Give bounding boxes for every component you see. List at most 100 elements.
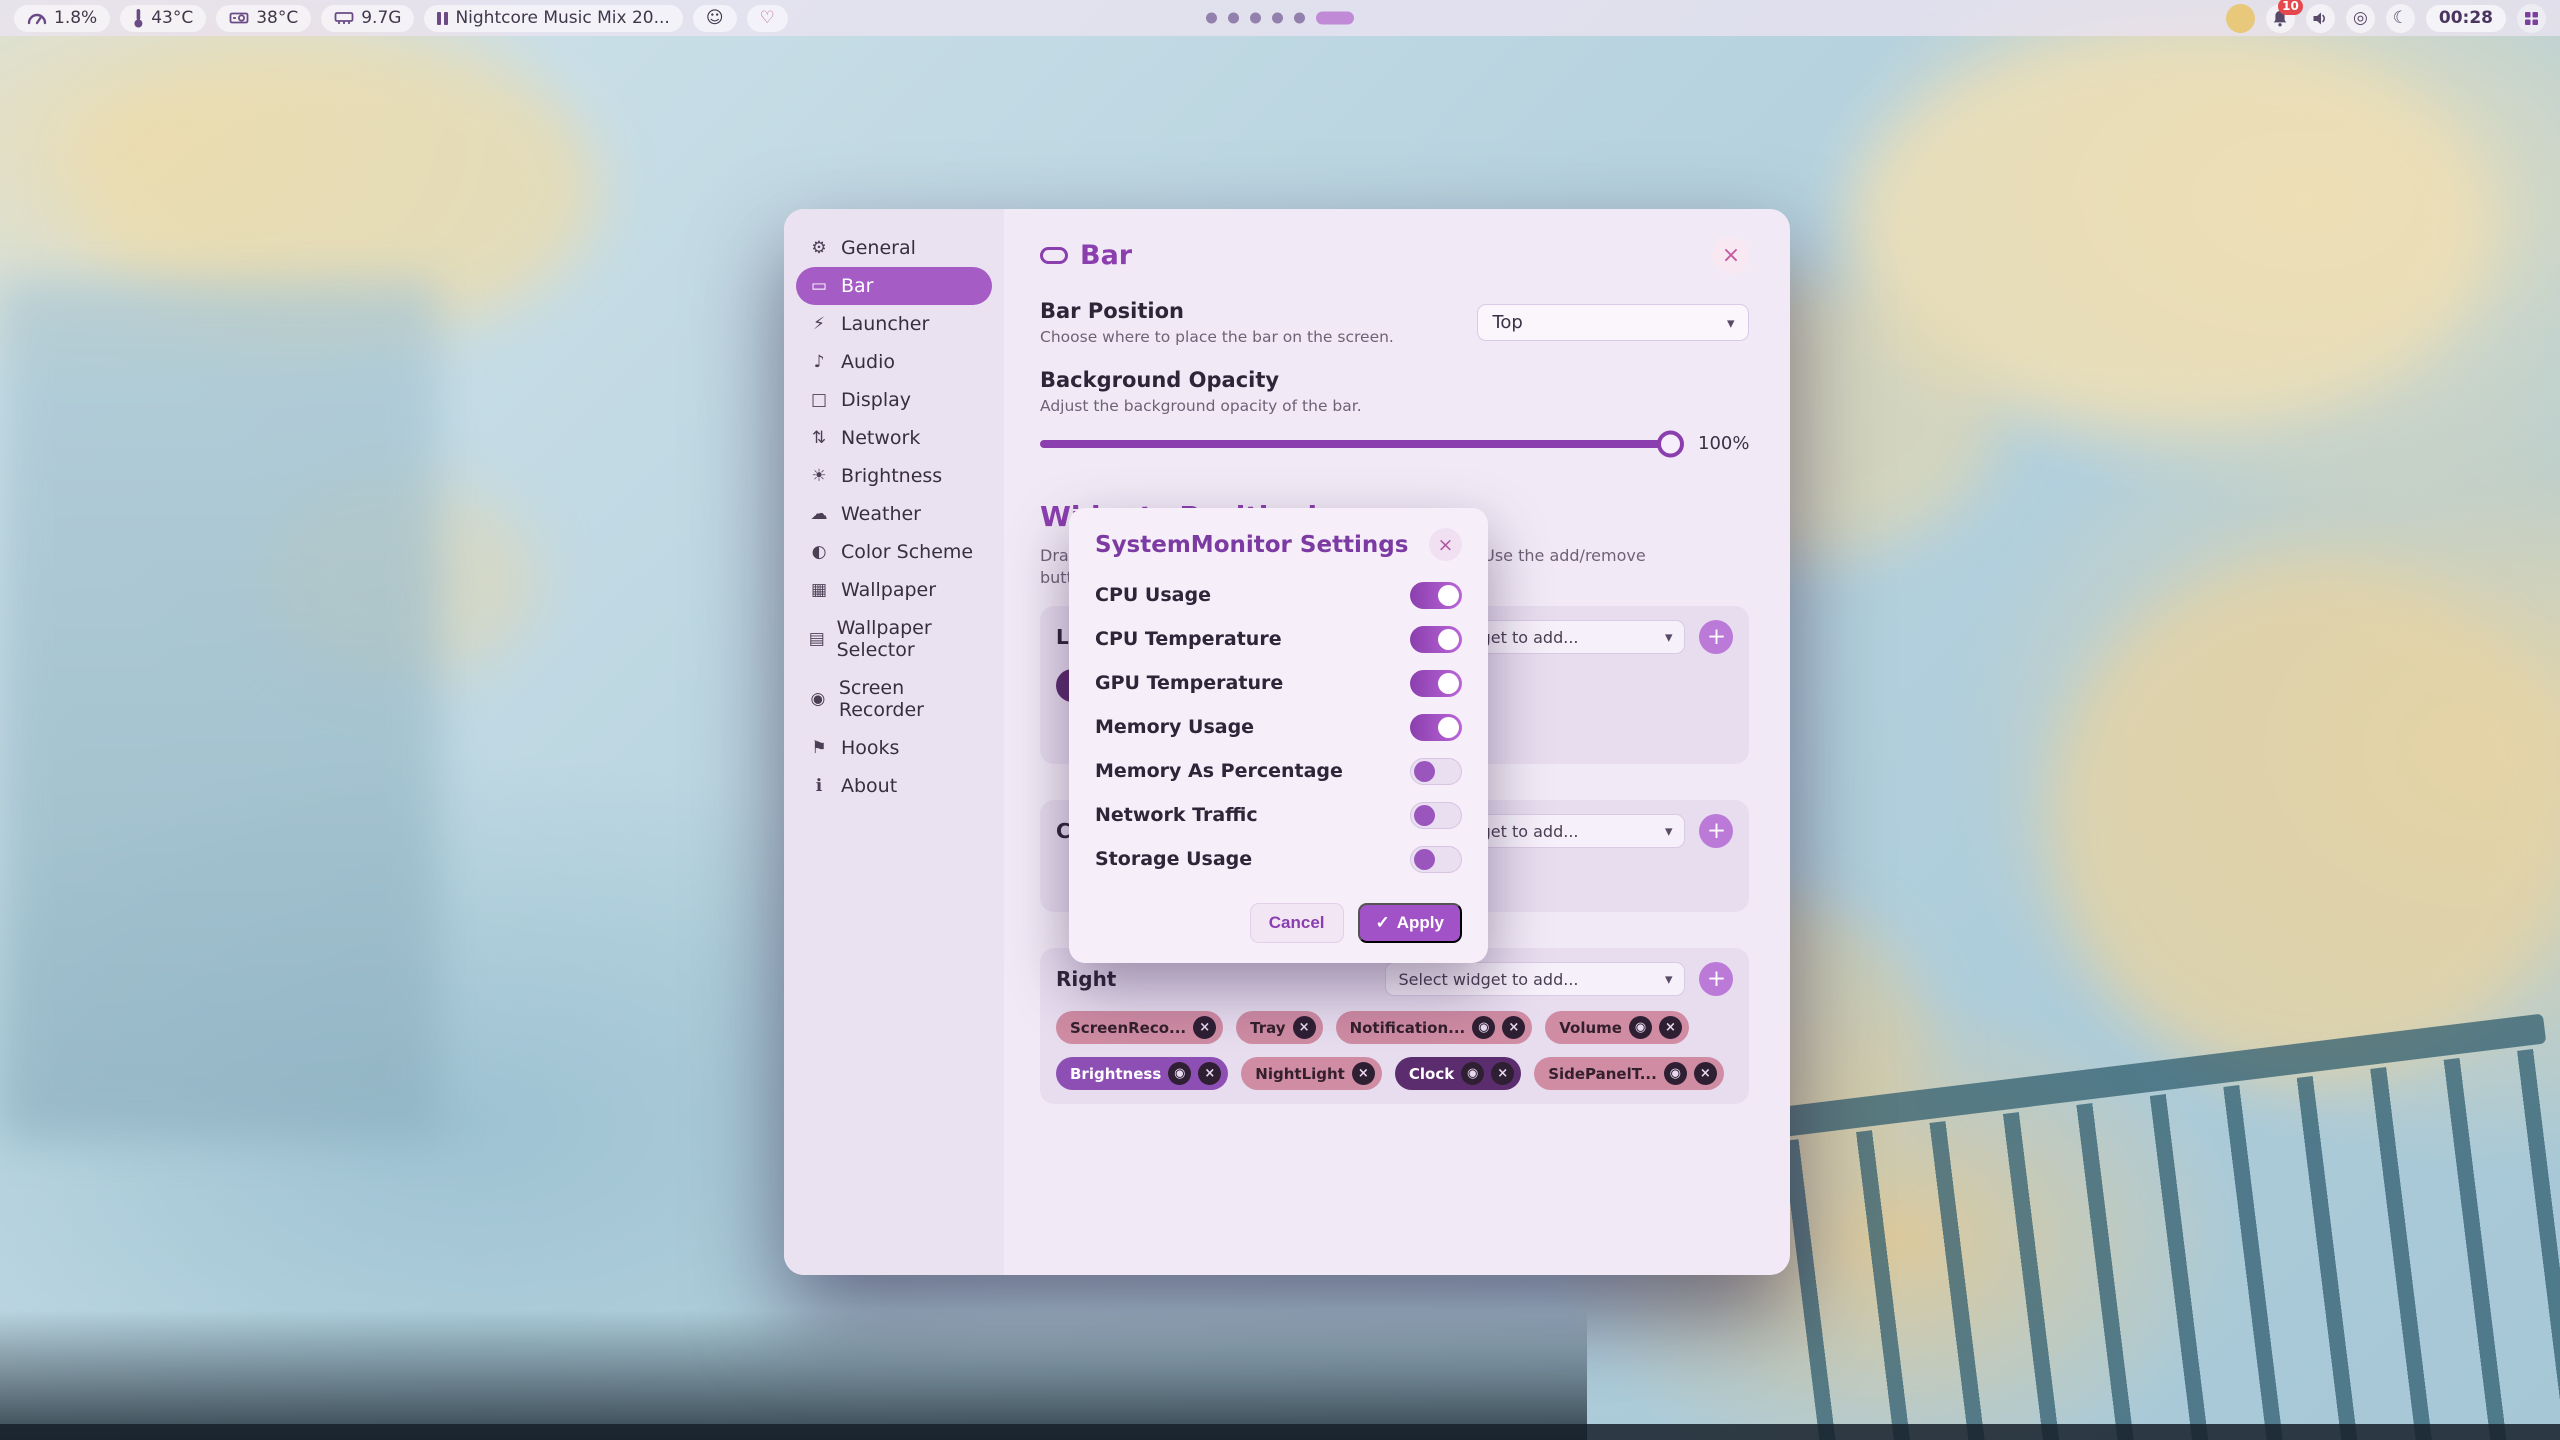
app-launcher-icon[interactable] — [2517, 4, 2546, 33]
visibility-eye-icon[interactable]: ◉ — [1629, 1016, 1652, 1039]
toggle-switch[interactable] — [1410, 758, 1462, 785]
sidebar-item-brightness[interactable]: ☀Brightness — [796, 457, 992, 495]
workspace-dot[interactable] — [1272, 13, 1283, 24]
cancel-button[interactable]: Cancel — [1250, 903, 1344, 943]
sidebar-item-label: Network — [841, 427, 920, 449]
widget-chip[interactable]: SidePanelT... ◉ × — [1534, 1057, 1724, 1090]
volume-icon[interactable] — [2306, 4, 2335, 33]
theme-color-icon[interactable] — [2226, 4, 2255, 33]
toggle-switch[interactable] — [1410, 846, 1462, 873]
top-bar: 1.8% 43°C 38°C 9.7G Nightcore Music Mix … — [0, 0, 2560, 36]
remove-x-icon[interactable]: × — [1293, 1016, 1316, 1039]
widget-chip-label: Notification... — [1350, 1019, 1466, 1037]
window-close-button[interactable]: × — [1712, 237, 1749, 274]
add-widget-button[interactable]: + — [1699, 962, 1733, 996]
widget-chip-label: Clock — [1409, 1065, 1454, 1083]
widget-chip[interactable]: NightLight× — [1241, 1057, 1382, 1090]
toggle-switch[interactable] — [1410, 626, 1462, 653]
toggle-switch[interactable] — [1410, 802, 1462, 829]
remove-x-icon[interactable]: × — [1193, 1016, 1216, 1039]
sidebar-item-hooks[interactable]: ⚑Hooks — [796, 729, 992, 767]
widget-chip[interactable]: Brightness ◉ × — [1056, 1057, 1228, 1090]
workspace-dot[interactable] — [1206, 13, 1217, 24]
sidebar-item-label: Color Scheme — [841, 541, 973, 563]
widget-add-select[interactable]: Select widget to add... ▾ — [1385, 962, 1685, 996]
launcher-icon: ⚡ — [808, 314, 830, 334]
widget-chip[interactable]: Tray× — [1236, 1011, 1322, 1044]
sidebar-item-weather[interactable]: ☁Weather — [796, 495, 992, 533]
workspace-dot[interactable] — [1228, 13, 1239, 24]
sidebar-item-about[interactable]: ℹAbout — [796, 767, 992, 805]
remove-x-icon[interactable]: × — [1352, 1062, 1375, 1085]
remove-x-icon[interactable]: × — [1659, 1016, 1682, 1039]
add-widget-button[interactable]: + — [1699, 620, 1733, 654]
emoji-shortcut[interactable]: ☺ — [693, 5, 737, 32]
toggle-switch[interactable] — [1410, 670, 1462, 697]
heart-icon: ♡ — [760, 8, 775, 28]
cpu-usage-widget[interactable]: 1.8% — [14, 5, 110, 32]
modal-close-button[interactable]: × — [1429, 528, 1462, 561]
widget-chip[interactable]: ScreenReco...× — [1056, 1011, 1223, 1044]
night-light-icon[interactable]: ☾ — [2386, 4, 2415, 33]
sidebar-item-label: Bar — [841, 275, 874, 297]
visibility-eye-icon[interactable]: ◉ — [1664, 1062, 1687, 1085]
workspace-indicator[interactable] — [1206, 12, 1354, 25]
gpu-temp-widget[interactable]: 38°C — [216, 5, 311, 32]
remove-x-icon[interactable]: × — [1198, 1062, 1221, 1085]
toggle-row: GPU Temperature — [1095, 661, 1462, 705]
wallpaper-bottom-edge — [0, 1424, 2560, 1440]
opacity-slider-thumb[interactable] — [1657, 430, 1684, 457]
toggle-list: CPU UsageCPU TemperatureGPU TemperatureM… — [1095, 573, 1462, 881]
add-widget-button[interactable]: + — [1699, 814, 1733, 848]
cpu-temp-widget[interactable]: 43°C — [120, 5, 206, 32]
sidebar-item-color-scheme[interactable]: ◐Color Scheme — [796, 533, 992, 571]
apply-button[interactable]: ✓ Apply — [1358, 903, 1462, 943]
about-icon: ℹ — [808, 776, 830, 796]
sidebar-item-bar[interactable]: ▭Bar — [796, 267, 992, 305]
wallpaper-foliage — [2050, 560, 2560, 1080]
sidebar-item-general[interactable]: ⚙General — [796, 229, 992, 267]
visibility-eye-icon[interactable]: ◉ — [1168, 1062, 1191, 1085]
toggle-switch[interactable] — [1410, 582, 1462, 609]
clock-widget[interactable]: 00:28 — [2426, 5, 2506, 32]
workspace-dot[interactable] — [1294, 13, 1305, 24]
topbar-right-group: 10 ◎ ☾ 00:28 — [2226, 4, 2546, 33]
widget-chip[interactable]: Notification... ◉ × — [1336, 1011, 1533, 1044]
sidebar-item-label: Hooks — [841, 737, 899, 759]
idle-inhibitor-icon[interactable]: ◎ — [2346, 4, 2375, 33]
bar-position-select[interactable]: Top ▾ — [1477, 304, 1749, 341]
opacity-slider[interactable] — [1040, 440, 1680, 448]
sidebar-item-network[interactable]: ⇅Network — [796, 419, 992, 457]
favorites-shortcut[interactable]: ♡ — [747, 5, 788, 32]
widget-chip[interactable]: Volume◉× — [1545, 1011, 1689, 1044]
remove-x-icon[interactable]: × — [1502, 1016, 1525, 1039]
notifications-bell-icon[interactable]: 10 — [2266, 4, 2295, 33]
sidebar-item-display[interactable]: □Display — [796, 381, 992, 419]
remove-x-icon[interactable]: × — [1694, 1062, 1717, 1085]
toggle-switch[interactable] — [1410, 714, 1462, 741]
visibility-eye-icon[interactable]: ◉ — [1461, 1062, 1484, 1085]
sidebar-item-wallpaper-selector[interactable]: ▤ Wallpaper Selector — [796, 609, 992, 669]
sidebar-item-label: Launcher — [841, 313, 929, 335]
wallpaper-selector-icon: ▤ — [808, 629, 826, 649]
remove-x-icon[interactable]: × — [1491, 1062, 1514, 1085]
chevron-down-icon: ▾ — [1727, 314, 1735, 332]
widget-chip[interactable]: Clock ◉ × — [1395, 1057, 1521, 1090]
page-title: Bar — [1080, 240, 1132, 271]
sidebar-item-screen-recorder[interactable]: ◉Screen Recorder — [796, 669, 992, 729]
media-player-widget[interactable]: Nightcore Music Mix 20... — [424, 5, 682, 32]
bar-position-row: Bar Position Choose where to place the b… — [1040, 299, 1749, 346]
workspace-dot[interactable] — [1250, 13, 1261, 24]
display-icon: □ — [808, 390, 830, 410]
visibility-eye-icon[interactable]: ◉ — [1472, 1016, 1495, 1039]
widget-chip-label: SidePanelT... — [1548, 1065, 1657, 1083]
sidebar-item-launcher[interactable]: ⚡ Launcher — [796, 305, 992, 343]
systemmonitor-settings-modal: SystemMonitor Settings × CPU UsageCPU Te… — [1069, 508, 1488, 963]
gpu-icon — [229, 11, 249, 25]
memory-widget[interactable]: 9.7G — [321, 5, 414, 32]
widget-chip-label: Brightness — [1070, 1065, 1161, 1083]
workspace-active-pill[interactable] — [1316, 12, 1354, 25]
sidebar-item-wallpaper[interactable]: ▦Wallpaper — [796, 571, 992, 609]
sidebar-item-audio[interactable]: ♪Audio — [796, 343, 992, 381]
sidebar-item-label: Wallpaper Selector — [837, 617, 980, 661]
